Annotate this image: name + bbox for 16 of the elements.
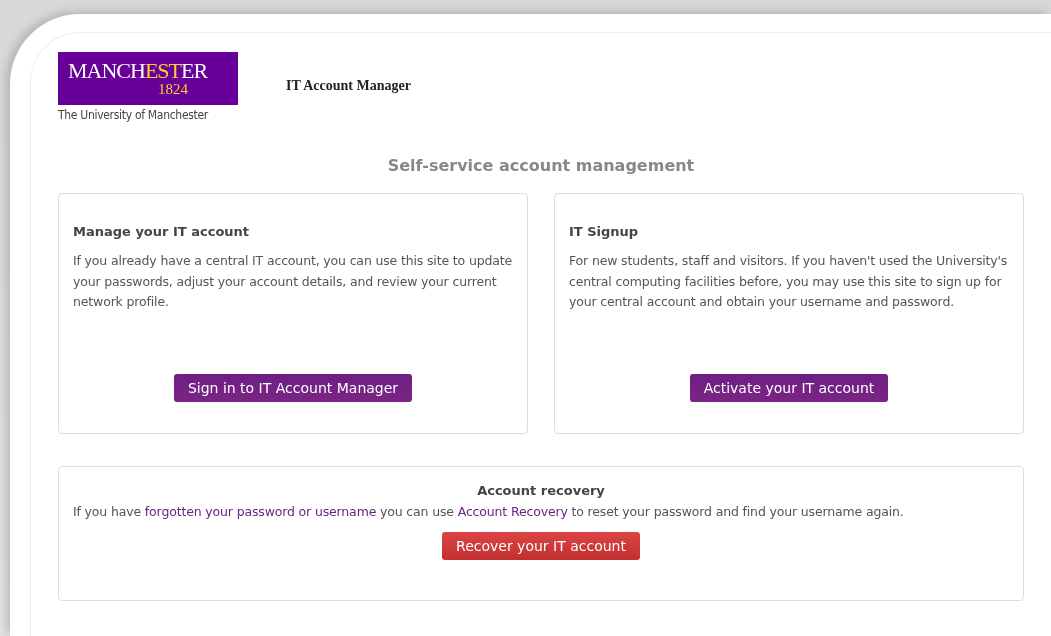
card-text: For new students, staff and visitors. If you haven't used the University's central computing facilities before, you may use this site to sign up for your central account and obtain your username and password. (569, 252, 1009, 311)
logo-wordmark: MANCHESTER (68, 60, 209, 82)
logo-caption: The University of Manchester (58, 108, 210, 122)
recovery-link[interactable]: forgotten your password or username (144, 504, 377, 519)
app-title: IT Account Manager (286, 78, 411, 94)
recover-button[interactable]: Recover your IT account (442, 532, 640, 560)
recovery-text: If you have forgotten your password or username you can use Account Recovery to reset your password and find your username again. (73, 503, 905, 521)
card-button[interactable]: Activate your IT account (689, 374, 889, 402)
card-title: IT Signup (569, 224, 640, 239)
card-text: If you already have a central IT account, you can use this site to update your passwords, adjust your account details, and review your current network profile. (73, 252, 513, 311)
page-heading: Self-service account management (386, 156, 696, 175)
recovery-link[interactable]: Account Recovery (457, 504, 568, 519)
card-button[interactable]: Sign in to IT Account Manager (173, 374, 413, 402)
card-title: Manage your IT account (73, 224, 251, 239)
recovery-title: Account recovery (476, 483, 606, 498)
logo-year: 1824 (157, 82, 189, 97)
